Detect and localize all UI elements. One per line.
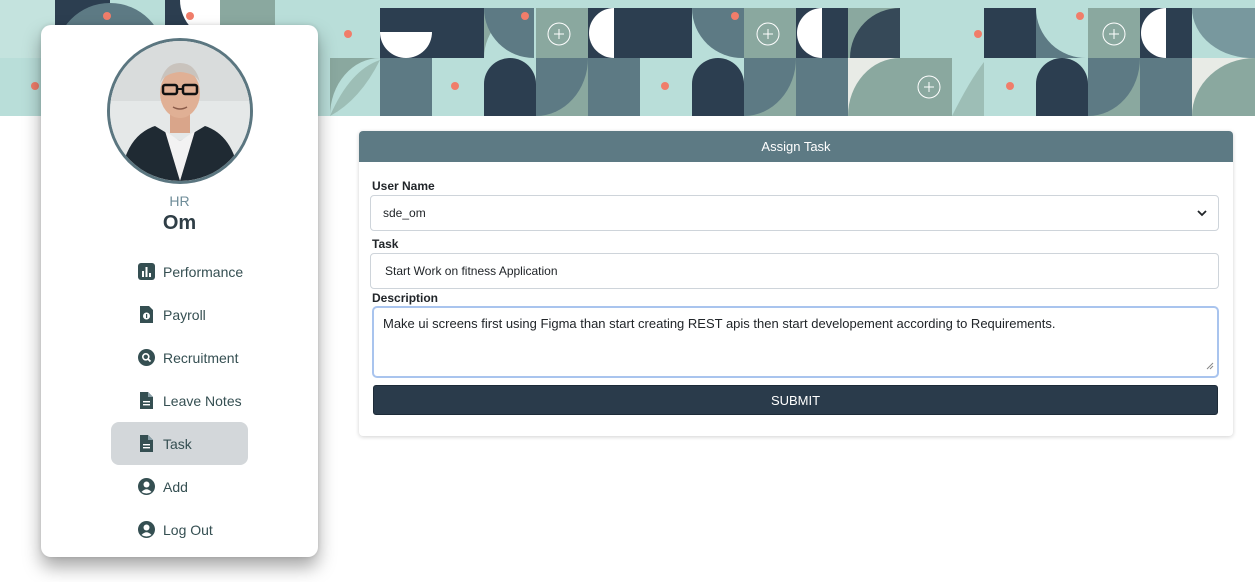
sidebar-card: HR Om Performance Payroll Recruitment Le… bbox=[41, 25, 318, 557]
task-input[interactable]: Start Work on fitness Application bbox=[370, 253, 1219, 289]
resize-handle-icon[interactable] bbox=[1206, 358, 1214, 373]
sidebar-nav: Performance Payroll Recruitment Leave No… bbox=[111, 250, 248, 551]
sidebar-item-performance[interactable]: Performance bbox=[111, 250, 248, 293]
avatar bbox=[107, 38, 253, 184]
user-name: Om bbox=[162, 212, 197, 234]
task-value: Start Work on fitness Application bbox=[385, 264, 558, 278]
document-icon bbox=[138, 392, 155, 409]
description-value: Make ui screens first using Figma than s… bbox=[383, 316, 1056, 331]
search-circle-icon bbox=[138, 349, 155, 366]
sidebar-item-recruitment[interactable]: Recruitment bbox=[111, 336, 248, 379]
user-photo-icon bbox=[110, 41, 250, 181]
sidebar-item-label: Task bbox=[163, 435, 192, 452]
user-name-value: sde_om bbox=[383, 206, 426, 220]
description-label: Description bbox=[372, 291, 439, 305]
sidebar-item-label: Leave Notes bbox=[163, 392, 242, 409]
assign-task-card: Assign Task User Name sde_om Task Start … bbox=[359, 131, 1233, 436]
sidebar-item-add[interactable]: Add bbox=[111, 465, 248, 508]
sidebar-item-label: Payroll bbox=[163, 306, 206, 323]
sidebar-item-leave-notes[interactable]: Leave Notes bbox=[111, 379, 248, 422]
submit-button[interactable]: SUBMIT bbox=[373, 385, 1218, 415]
user-name-label: User Name bbox=[372, 179, 435, 193]
sidebar-item-label: Log Out bbox=[163, 521, 213, 538]
money-document-icon bbox=[138, 306, 155, 323]
sidebar-item-log-out[interactable]: Log Out bbox=[111, 508, 248, 551]
user-role: HR bbox=[169, 193, 190, 209]
sidebar-item-label: Recruitment bbox=[163, 349, 239, 366]
user-circle-icon bbox=[138, 521, 155, 538]
card-title: Assign Task bbox=[359, 131, 1233, 162]
user-circle-icon bbox=[138, 478, 155, 495]
task-label: Task bbox=[372, 237, 399, 251]
sidebar-item-label: Performance bbox=[163, 263, 244, 280]
sidebar-item-label: Add bbox=[163, 478, 188, 495]
chevron-down-icon bbox=[1196, 207, 1208, 222]
sidebar-item-payroll[interactable]: Payroll bbox=[111, 293, 248, 336]
user-name-select[interactable]: sde_om bbox=[370, 195, 1219, 231]
document-icon bbox=[138, 435, 155, 452]
description-textarea[interactable]: Make ui screens first using Figma than s… bbox=[372, 306, 1219, 378]
bar-chart-icon bbox=[138, 263, 155, 280]
sidebar-item-task[interactable]: Task bbox=[111, 422, 248, 465]
